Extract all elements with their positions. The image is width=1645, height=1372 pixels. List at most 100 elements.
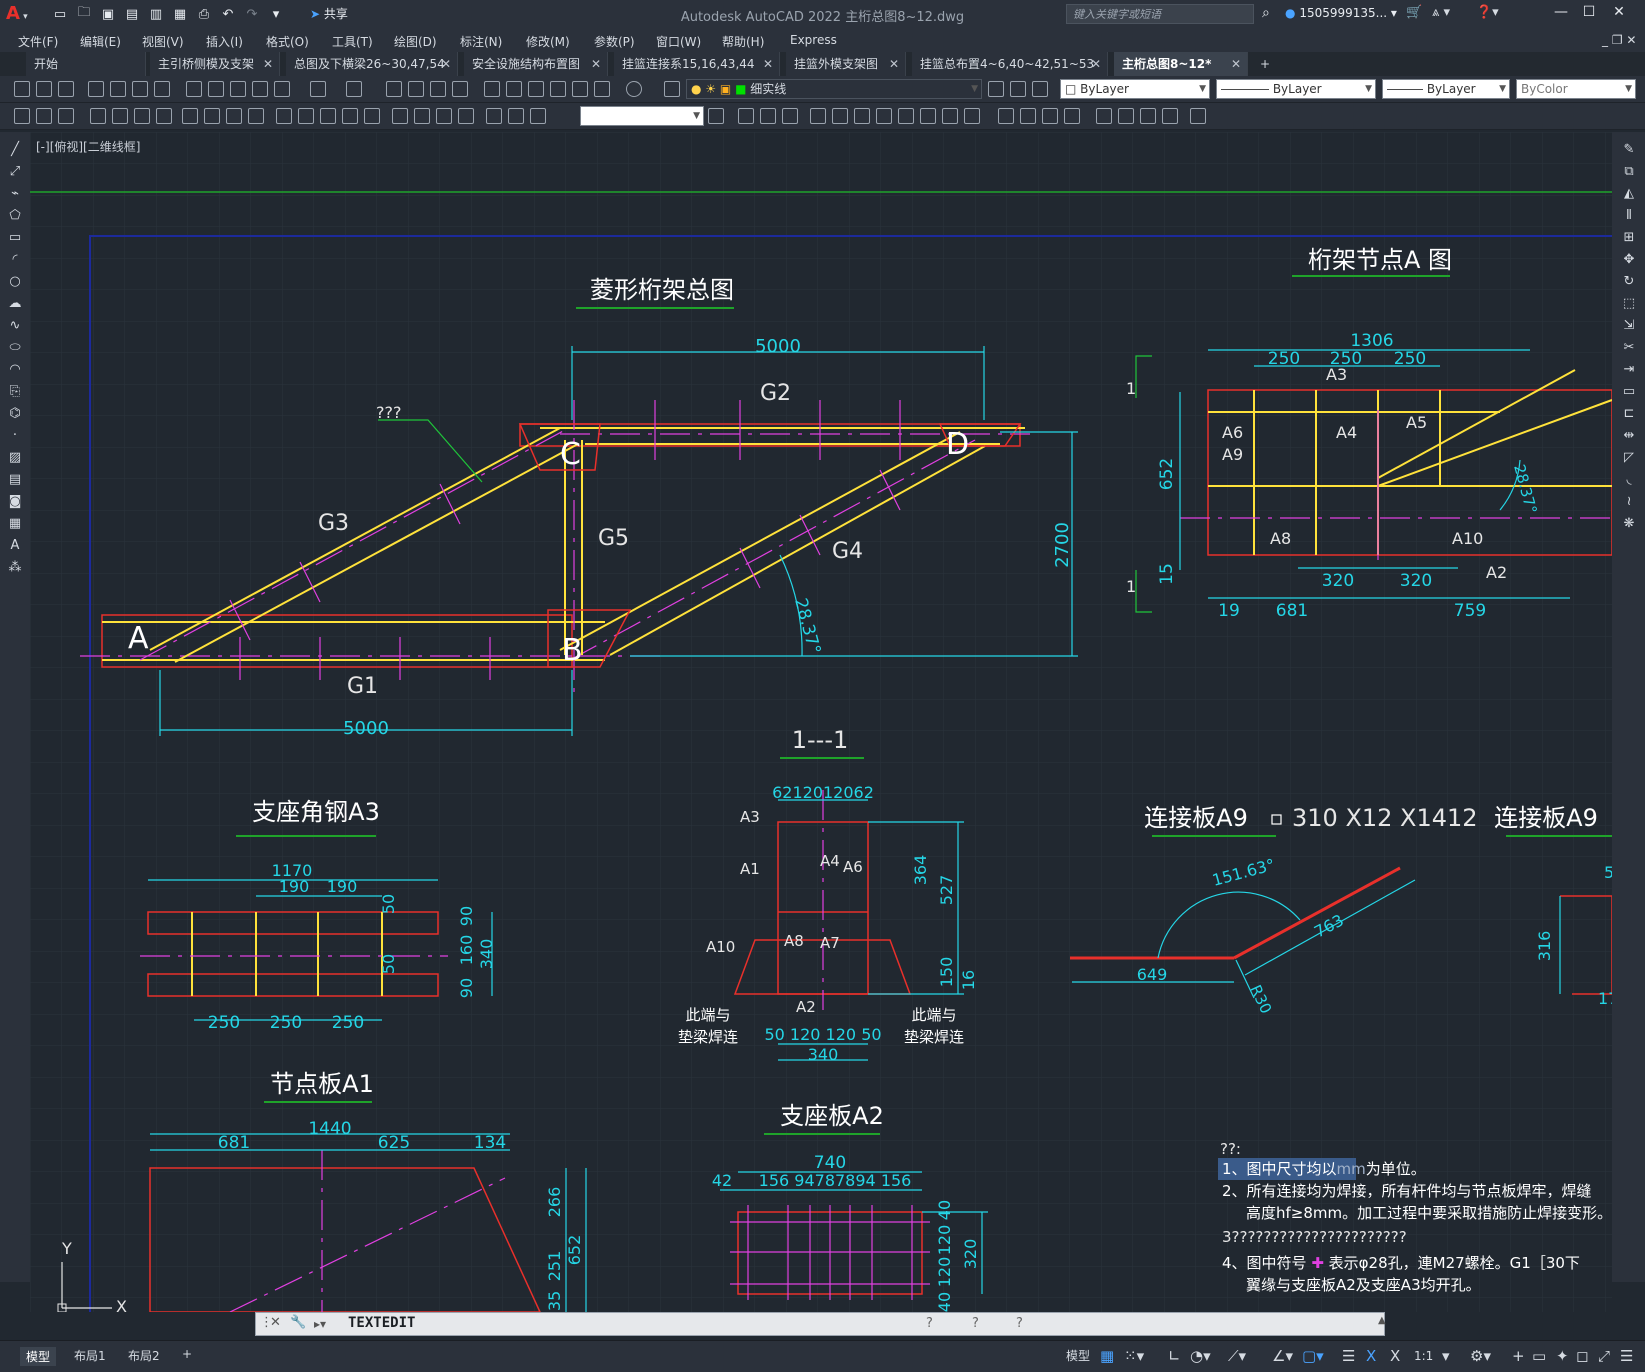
menu-draw[interactable]: 绘图(D) <box>394 33 437 50</box>
redo-icon[interactable] <box>346 81 362 97</box>
layer-off-icon[interactable] <box>36 108 52 124</box>
zoom-window-icon[interactable] <box>430 81 446 97</box>
line-icon[interactable]: ╱ <box>7 142 23 158</box>
table-icon[interactable]: ▦ <box>7 516 23 532</box>
stretch-icon[interactable] <box>920 108 936 124</box>
add-layout-button[interactable]: + <box>182 1347 192 1361</box>
inspect-icon[interactable] <box>436 108 452 124</box>
qnew-icon[interactable] <box>14 81 30 97</box>
break-point-icon[interactable]: ▭ <box>1621 384 1637 400</box>
dim-ordinate-icon[interactable] <box>156 108 172 124</box>
offset-icon[interactable] <box>810 108 826 124</box>
user-account[interactable]: ● 1505999135... ▾ <box>1285 6 1397 20</box>
note-3[interactable]: 3?????????????????????? <box>1222 1228 1407 1246</box>
new-icon[interactable]: ▭ <box>50 4 70 24</box>
properties-icon[interactable] <box>484 81 500 97</box>
save-icon[interactable] <box>58 81 74 97</box>
tab-close-icon[interactable]: ✕ <box>1091 52 1101 76</box>
undo-icon[interactable]: ↶ <box>218 4 238 24</box>
add-selected-icon[interactable]: ⁂ <box>7 560 23 576</box>
share-button[interactable]: ➤ 共享 <box>310 5 348 22</box>
snap-icon[interactable]: ⁙▾ <box>1124 1347 1144 1365</box>
grid-icon[interactable]: ▦ <box>1100 1347 1114 1365</box>
menu-dimension[interactable]: 标注(N) <box>460 33 502 50</box>
autocad-logo-icon[interactable]: A ▾ <box>6 3 42 27</box>
trim-icon[interactable]: ✂ <box>1621 340 1637 356</box>
region-icon[interactable]: ◙ <box>7 494 23 510</box>
customize-icon[interactable]: ▾ <box>266 4 286 24</box>
fullscreen-icon[interactable]: ⤢ <box>1598 1347 1610 1365</box>
note-4[interactable]: 4、图中符号 ✚ 表示φ28孔，連M27螺栓。G1［30下 <box>1222 1254 1580 1272</box>
gradient-icon[interactable]: ▤ <box>7 472 23 488</box>
extend-icon[interactable] <box>964 108 980 124</box>
tab-document[interactable]: 挂篮总布置4~6,40~42,51~53 ✕ <box>912 52 1108 76</box>
tool-palettes-icon[interactable] <box>528 81 544 97</box>
tab-close-icon[interactable]: ✕ <box>441 52 451 76</box>
tab-active-document[interactable]: 主桁总图8~12* ✕ <box>1114 52 1248 76</box>
arc-icon[interactable]: ◜ <box>7 252 23 268</box>
dim-radius-icon[interactable] <box>182 108 198 124</box>
publish-icon[interactable] <box>132 81 148 97</box>
units-icon[interactable]: ▭ <box>1532 1347 1546 1365</box>
note-1[interactable]: 1、图中尺寸均以mm为单位。 <box>1222 1160 1426 1178</box>
break-icon[interactable] <box>998 108 1014 124</box>
copy-icon[interactable]: ⧉ <box>1621 164 1637 180</box>
dim-update-icon[interactable] <box>530 108 546 124</box>
tab-document[interactable]: 挂篮连接系15,16,43,44 ✕ <box>614 52 780 76</box>
ortho-icon[interactable]: ∟ <box>1168 1347 1181 1365</box>
paste-icon[interactable] <box>230 81 246 97</box>
break-icon[interactable]: ⊏ <box>1621 406 1637 422</box>
lineweight-dropdown[interactable]: ――― ByLayer ▼ <box>1382 79 1510 99</box>
make-block-icon[interactable]: ⌬ <box>7 406 23 422</box>
color-dropdown[interactable]: □ ByLayer ▼ <box>1060 79 1210 99</box>
menu-file[interactable]: 文件(F) <box>18 33 58 50</box>
3d-print-icon[interactable] <box>154 81 170 97</box>
layer-previous-icon[interactable] <box>1010 81 1026 97</box>
layer-match-icon[interactable] <box>14 108 30 124</box>
search-icon[interactable]: ⌕ <box>1262 5 1270 21</box>
workspace-gear-icon[interactable]: ⚙▾ <box>1470 1347 1491 1365</box>
tab-close-icon[interactable]: ✕ <box>763 52 773 76</box>
tab-document[interactable]: 主引桥侧模及支架 ✕ <box>150 52 280 76</box>
draworder-icon[interactable] <box>1118 108 1134 124</box>
circle-icon[interactable]: ○ <box>7 274 23 290</box>
menu-edit[interactable]: 编辑(E) <box>80 33 121 50</box>
scale-icon[interactable] <box>898 108 914 124</box>
quick-dim-icon[interactable] <box>276 108 292 124</box>
drawing-svg[interactable]: 菱形桁架总图 G3 G5 G2 G4 G1 A B C D 5000 5000 … <box>30 132 1618 1321</box>
trim-icon[interactable] <box>942 108 958 124</box>
plot-icon[interactable] <box>88 81 104 97</box>
zoom-realtime-icon[interactable] <box>408 81 424 97</box>
viewport-controls[interactable]: [-][俯视][二维线框] <box>36 138 140 155</box>
dim-aligned-icon[interactable] <box>112 108 128 124</box>
cart-icon[interactable]: 🛒 <box>1406 5 1422 20</box>
point-icon[interactable]: · <box>7 428 23 444</box>
markup-icon[interactable] <box>572 81 588 97</box>
menu-tools[interactable]: 工具(T) <box>332 33 373 50</box>
quickcalc-icon[interactable] <box>594 81 610 97</box>
restore-doc-icon[interactable]: _ ❐ ✕ <box>1602 33 1636 47</box>
redo-icon[interactable]: ↷ <box>242 4 262 24</box>
hatch-icon[interactable]: ▨ <box>7 450 23 466</box>
dim-continue-icon[interactable] <box>320 108 336 124</box>
menu-modify[interactable]: 修改(M) <box>526 33 570 50</box>
tab-document[interactable]: 总图及下横梁26~30,47,54 ✕ <box>286 52 458 76</box>
erase-icon[interactable] <box>738 108 754 124</box>
center-mark-icon[interactable] <box>414 108 430 124</box>
erase-icon[interactable]: ✎ <box>1621 142 1637 158</box>
dim-edit-icon[interactable] <box>486 108 502 124</box>
layout-tab-1[interactable]: 布局1 <box>74 1347 106 1364</box>
layout-tab-2[interactable]: 布局2 <box>128 1347 160 1364</box>
fillet-icon[interactable]: ◟ <box>1621 472 1637 488</box>
matchprop-icon[interactable] <box>252 81 268 97</box>
join-icon[interactable] <box>1020 108 1036 124</box>
lineweight-icon[interactable]: ☰ <box>1342 1347 1355 1365</box>
array-icon[interactable]: ⊞ <box>1621 230 1637 246</box>
dim-space-icon[interactable] <box>342 108 358 124</box>
autodesk-icon[interactable]: ⩓ ▾ <box>1432 5 1450 20</box>
pan-icon[interactable] <box>386 81 402 97</box>
dim-break-icon[interactable] <box>364 108 380 124</box>
layer-state-icon[interactable] <box>1032 81 1048 97</box>
tab-close-icon[interactable]: ✕ <box>263 52 273 76</box>
preview-icon[interactable] <box>110 81 126 97</box>
